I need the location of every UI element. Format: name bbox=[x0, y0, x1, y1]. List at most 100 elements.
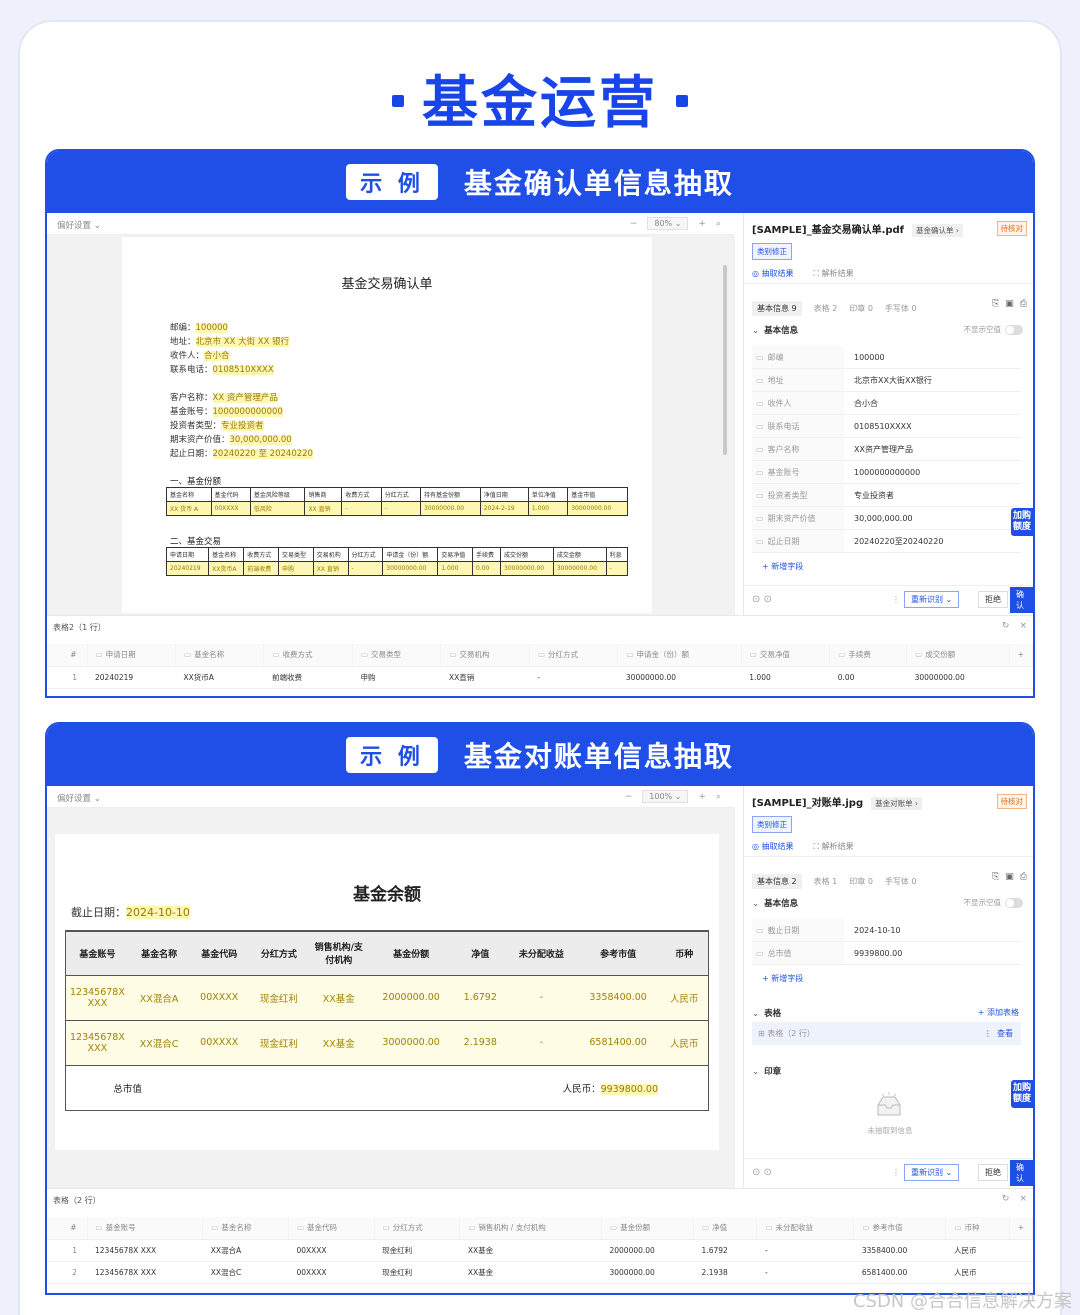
refresh-icon[interactable]: ↻ bbox=[1002, 1194, 1010, 1204]
field-row[interactable]: 邮编100000 bbox=[752, 346, 1021, 369]
column-header[interactable]: ▭ 未分配收益 bbox=[756, 1217, 855, 1240]
table-row[interactable]: 2 12345678X XXX XX混合C 00XXXX 现金红利 XX基金 3000000… bbox=[47, 1261, 1033, 1284]
field-row[interactable]: 投资者类型专业投资者 bbox=[752, 484, 1021, 507]
column-header[interactable]: ▭ 基金账号 bbox=[87, 1217, 204, 1240]
viewer-scrollbar[interactable] bbox=[723, 265, 727, 455]
copy-icon[interactable]: ⎘ bbox=[992, 299, 999, 309]
confirm-button[interactable]: 确认 bbox=[1010, 586, 1033, 613]
section-stamps[interactable]: ⌄ 印章 bbox=[752, 1065, 781, 1077]
subtab-handwriting[interactable]: 手写体 0 bbox=[885, 876, 917, 887]
save-icon[interactable]: ⎙ bbox=[1020, 872, 1027, 882]
reject-button[interactable]: 拒绝 bbox=[978, 1164, 1008, 1181]
copy-icon[interactable]: ⎘ bbox=[992, 872, 999, 882]
column-header[interactable]: ▭ 交易净值 bbox=[741, 644, 831, 667]
column-header[interactable]: ▭ 交易机构 bbox=[440, 644, 530, 667]
column-header[interactable]: ▭ 销售机构 / 支付机构 bbox=[459, 1217, 602, 1240]
zoom-in-icon[interactable]: + bbox=[698, 792, 706, 802]
tab-extract[interactable]: ◎ 抽取结果 bbox=[752, 841, 794, 852]
confirm-button[interactable]: 确认 bbox=[1010, 1159, 1033, 1186]
subtab-stamp[interactable]: 印章 0 bbox=[849, 876, 873, 887]
field-row[interactable]: 起止日期20240220至20240220 bbox=[752, 530, 1021, 553]
add-column-icon[interactable]: + bbox=[1009, 1217, 1033, 1240]
add-field-button[interactable]: + 新增字段 bbox=[762, 561, 803, 572]
column-header[interactable]: ▭ 手续费 bbox=[829, 644, 908, 667]
zoom-select[interactable]: 100% ⌄ bbox=[642, 790, 689, 803]
column-header[interactable]: ▭ 申请金（份）额 bbox=[617, 644, 742, 667]
column-header[interactable]: ▭ 成交份额 bbox=[906, 644, 1010, 667]
prev-next-icon[interactable]: ⊙ ⊙ bbox=[752, 594, 772, 605]
category-fix-button[interactable]: 类别修正 bbox=[752, 243, 792, 260]
document-viewer[interactable]: 基金余额 截止日期：2024-10-10 基金账号 基金名称 基金代码 分红方式 销售机… bbox=[47, 808, 735, 1188]
table-row[interactable]: 1 12345678X XXX XX混合A 00XXXX 现金红利 XX基金 2000000… bbox=[47, 1239, 1033, 1262]
refresh-icon[interactable]: ↻ bbox=[1002, 621, 1010, 631]
tab-parse[interactable]: ⛶ 解析结果 bbox=[814, 841, 854, 852]
category-fix-button[interactable]: 类别修正 bbox=[752, 816, 792, 833]
field-row[interactable]: 收件人合小合 bbox=[752, 392, 1021, 415]
column-header[interactable]: ▭ 基金份额 bbox=[601, 1217, 695, 1240]
subtab-table[interactable]: 表格 1 bbox=[814, 876, 838, 887]
column-header[interactable]: ▭ 币种 bbox=[945, 1217, 1010, 1240]
buy-quota-tag[interactable]: 加购额度 bbox=[1011, 508, 1033, 536]
tab-extract[interactable]: ◎ 抽取结果 bbox=[752, 268, 794, 279]
layout-icon[interactable]: ▣ bbox=[1005, 299, 1014, 309]
field-row[interactable]: 地址北京市XX大街XX银行 bbox=[752, 369, 1021, 392]
preference-settings[interactable]: 偏好设置 ⌄ bbox=[57, 219, 101, 231]
zoom-select[interactable]: 80% ⌄ bbox=[647, 217, 689, 230]
zoom-in-icon[interactable]: + bbox=[698, 219, 706, 229]
field-row[interactable]: 客户名称XX资产管理产品 bbox=[752, 438, 1021, 461]
field-row[interactable]: 联系电话0108510XXXX bbox=[752, 415, 1021, 438]
subtab-table[interactable]: 表格 2 bbox=[814, 303, 838, 314]
page-title: 基金运营 bbox=[0, 58, 1080, 139]
subtab-basic[interactable]: 基本信息 9 bbox=[752, 301, 802, 316]
close-icon[interactable]: × bbox=[1019, 1194, 1027, 1204]
doc-type-tag[interactable]: 基金确认单 › bbox=[912, 224, 963, 237]
add-field-button[interactable]: + 新增字段 bbox=[762, 973, 803, 984]
zoom-out-icon[interactable]: − bbox=[625, 792, 633, 802]
subtab-basic[interactable]: 基本信息 2 bbox=[752, 874, 802, 889]
re-recognize-button[interactable]: 重新识别 ⌄ bbox=[904, 591, 960, 608]
add-table-button[interactable]: + 添加表格 bbox=[978, 1007, 1019, 1018]
section-basic-info[interactable]: ⌄ 基本信息 bbox=[752, 897, 798, 909]
document-viewer[interactable]: 基金交易确认单 邮编：100000 地址：北京市 XX 大街 XX 银行 收件人… bbox=[47, 235, 735, 615]
column-header[interactable]: ▭ 交易类型 bbox=[352, 644, 442, 667]
subtab-stamp[interactable]: 印章 0 bbox=[849, 303, 873, 314]
field-row[interactable]: 总市值9939800.00 bbox=[752, 942, 1021, 965]
doc-type-tag[interactable]: 基金对账单 › bbox=[871, 797, 922, 810]
column-header[interactable]: ▭ 基金名称 bbox=[202, 1217, 289, 1240]
more-icon[interactable]: ⋮ bbox=[892, 595, 900, 604]
prev-next-icon[interactable]: ⊙ ⊙ bbox=[752, 1167, 772, 1178]
doc-table-row: 12345678X XXX XX混合C 00XXXX 现金红利 XX基金 3000000.… bbox=[65, 1020, 709, 1066]
search-icon[interactable]: ⌕ bbox=[716, 792, 721, 802]
hide-empty-toggle[interactable]: 不显示空值 bbox=[964, 324, 1023, 335]
hide-empty-toggle[interactable]: 不显示空值 bbox=[964, 897, 1023, 908]
view-table-link[interactable]: 查看 bbox=[997, 1029, 1013, 1038]
zoom-out-icon[interactable]: − bbox=[630, 219, 638, 229]
layout-icon[interactable]: ▣ bbox=[1005, 872, 1014, 882]
preference-settings[interactable]: 偏好设置 ⌄ bbox=[57, 792, 101, 804]
field-row[interactable]: 基金账号1000000000000 bbox=[752, 461, 1021, 484]
column-header[interactable]: ▭ 分红方式 bbox=[374, 1217, 461, 1240]
section-basic-info[interactable]: ⌄ 基本信息 bbox=[752, 324, 798, 336]
column-header[interactable]: ▭ 净值 bbox=[693, 1217, 758, 1240]
subtab-handwriting[interactable]: 手写体 0 bbox=[885, 303, 917, 314]
close-icon[interactable]: × bbox=[1019, 621, 1027, 631]
re-recognize-button[interactable]: 重新识别 ⌄ bbox=[904, 1164, 960, 1181]
column-header[interactable]: ▭ 基金名称 bbox=[175, 644, 265, 667]
column-header[interactable]: ▭ 基金代码 bbox=[288, 1217, 375, 1240]
field-row[interactable]: 期末资产价值30,000,000.00 bbox=[752, 507, 1021, 530]
more-icon[interactable]: ⋮ bbox=[892, 1168, 900, 1177]
search-icon[interactable]: ⌕ bbox=[716, 219, 721, 229]
table-item[interactable]: ⊞ 表格（2 行） ⋮ 查看 bbox=[752, 1022, 1021, 1045]
section-tables[interactable]: ⌄ 表格 bbox=[752, 1007, 781, 1019]
column-header[interactable]: ▭ 参考市值 bbox=[853, 1217, 947, 1240]
buy-quota-tag[interactable]: 加购额度 bbox=[1011, 1080, 1033, 1108]
reject-button[interactable]: 拒绝 bbox=[978, 591, 1008, 608]
field-row[interactable]: 截止日期2024-10-10 bbox=[752, 919, 1021, 942]
column-header[interactable]: ▭ 收费方式 bbox=[263, 644, 353, 667]
column-header[interactable]: ▭ 申请日期 bbox=[87, 644, 176, 667]
add-column-icon[interactable]: + bbox=[1009, 644, 1033, 667]
column-header[interactable]: ▭ 分红方式 bbox=[529, 644, 619, 667]
save-icon[interactable]: ⎙ bbox=[1020, 299, 1027, 309]
table-row[interactable]: 1 20240219 XX货币A 前端收费 申购 XX直销 -30000000.00 1.00… bbox=[47, 666, 1033, 689]
tab-parse[interactable]: ⛶ 解析结果 bbox=[814, 268, 854, 279]
